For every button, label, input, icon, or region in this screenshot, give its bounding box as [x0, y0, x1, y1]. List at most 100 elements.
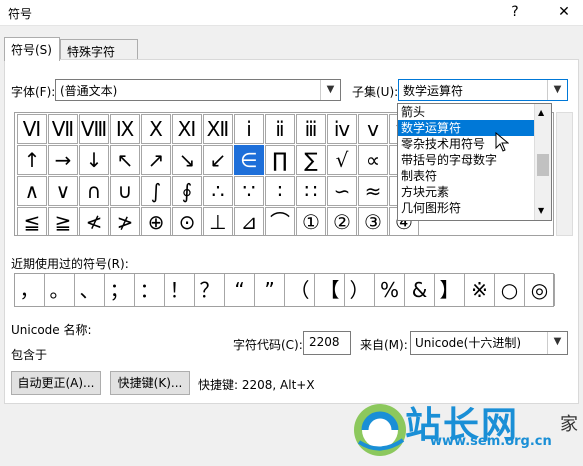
symbol-cell[interactable]: ∏ [265, 145, 295, 175]
symbol-cell[interactable]: ∷ [296, 176, 326, 206]
symbol-cell[interactable]: ⊙ [172, 207, 202, 235]
dropdown-item[interactable]: 带括号的字母数字 [398, 152, 534, 168]
symbol-cell[interactable]: ∮ [172, 176, 202, 206]
symbol-cell[interactable]: ∨ [48, 176, 78, 206]
recent-symbol-cell[interactable]: % [375, 274, 405, 306]
symbol-cell[interactable]: ≦ [17, 207, 47, 235]
symbol-cell[interactable]: Ⅶ [48, 114, 78, 144]
font-value: (普通文本) [60, 84, 118, 98]
recent-symbol-cell[interactable]: ※ [465, 274, 495, 306]
symbol-cell[interactable]: Ⅸ [110, 114, 140, 144]
subset-select[interactable]: 数学运算符 ▼ [398, 79, 568, 101]
symbol-cell[interactable]: Ⅹ [141, 114, 171, 144]
symbol-cell[interactable]: ∽ [327, 176, 357, 206]
symbol-cell[interactable]: ∩ [79, 176, 109, 206]
scroll-down-icon[interactable]: ▼ [538, 206, 544, 215]
symbol-cell[interactable]: ∝ [358, 145, 388, 175]
symbol-cell[interactable]: ≮ [79, 207, 109, 235]
recent-symbol-cell[interactable]: ， [15, 274, 45, 306]
subset-dropdown[interactable]: 箭头 数学运算符 零杂技术用符号 带括号的字母数字 制表符 方块元素 几何图形符 ▲ ▼ [397, 103, 552, 221]
recent-symbol-cell[interactable]: 】 [435, 274, 465, 306]
recent-symbol-cell[interactable]: ？ [195, 274, 225, 306]
close-button[interactable]: ✕ [553, 2, 575, 22]
symbol-cell[interactable]: ∴ [203, 176, 233, 206]
symbol-cell[interactable]: ⅴ [358, 114, 388, 144]
symbol-cell[interactable]: ∑ [296, 145, 326, 175]
symbol-cell[interactable]: ② [327, 207, 357, 235]
dropdown-item[interactable]: 几何图形符 [398, 200, 534, 216]
symbol-cell[interactable]: Ⅷ [79, 114, 109, 144]
help-button[interactable]: ? [504, 2, 526, 22]
symbol-cell[interactable]: ∪ [110, 176, 140, 206]
symbol-cell[interactable]: ≯ [110, 207, 140, 235]
dropdown-item[interactable]: 箭头 [398, 104, 534, 120]
recent-symbol-cell[interactable]: 【 [315, 274, 345, 306]
recent-symbol-cell[interactable]: 。 [45, 274, 75, 306]
scroll-thumb[interactable] [537, 154, 549, 176]
recent-symbol-cell[interactable]: ； [105, 274, 135, 306]
recent-symbol-cell[interactable]: （ [285, 274, 315, 306]
symbol-cell[interactable]: ↓ [79, 145, 109, 175]
recent-symbol-cell[interactable]: ： [135, 274, 165, 306]
symbol-cell[interactable]: ≈ [358, 176, 388, 206]
symbol-cell[interactable]: ∈ [234, 145, 264, 175]
recent-symbol-cell[interactable]: & [405, 274, 435, 306]
symbol-cell[interactable]: ⊕ [141, 207, 171, 235]
symbol-cell[interactable]: ③ [358, 207, 388, 235]
recent-symbol-cell[interactable]: “ [225, 274, 255, 306]
symbol-cell[interactable]: ⅱ [265, 114, 295, 144]
symbol-cell[interactable]: ∧ [17, 176, 47, 206]
symbol-cell[interactable]: ↗ [141, 145, 171, 175]
symbol-cell[interactable]: ↑ [17, 145, 47, 175]
symbol-cell[interactable]: Ⅺ [172, 114, 202, 144]
symbol-cell[interactable]: ⅲ [296, 114, 326, 144]
dropdown-item[interactable]: 数学运算符 [398, 120, 534, 136]
symbol-cell[interactable]: Ⅵ [17, 114, 47, 144]
shortcut-key-button[interactable]: 快捷键(K)... [110, 371, 190, 395]
symbol-cell[interactable]: ∫ [141, 176, 171, 206]
chevron-down-icon[interactable]: ▼ [547, 80, 567, 100]
recent-symbol-cell[interactable]: ○ [495, 274, 525, 306]
symbol-cell[interactable]: Ⅻ [203, 114, 233, 144]
symbol-cell[interactable]: ↖ [110, 145, 140, 175]
from-select[interactable]: Unicode(十六进制) ▼ [410, 331, 568, 355]
recent-symbol-cell[interactable]: ！ [165, 274, 195, 306]
dropdown-item[interactable]: 制表符 [398, 168, 534, 184]
mouse-cursor-icon [495, 131, 510, 156]
unicode-name-label: Unicode 名称: [11, 323, 92, 337]
symbol-cell[interactable]: ⊥ [203, 207, 233, 235]
recent-symbol-cell[interactable]: 、 [75, 274, 105, 306]
tab-special-characters[interactable]: 特殊字符(P) [60, 39, 138, 74]
symbol-cell[interactable]: → [48, 145, 78, 175]
symbol-cell[interactable]: ⅰ [234, 114, 264, 144]
symbol-cell[interactable]: ⅳ [327, 114, 357, 144]
dropdown-item[interactable]: 方块元素 [398, 184, 534, 200]
chevron-down-icon[interactable]: ▼ [547, 332, 567, 354]
from-label: 来自(M): [360, 338, 408, 352]
dropdown-scrollbar[interactable]: ▲ ▼ [534, 104, 551, 220]
symbol-cell[interactable]: ↘ [172, 145, 202, 175]
from-value: Unicode(十六进制) [415, 336, 522, 350]
title-bar [0, 0, 583, 26]
symbol-cell[interactable]: ∶ [265, 176, 295, 206]
contained-in-label: 包含于 [11, 348, 48, 362]
symbol-cell[interactable]: ① [296, 207, 326, 235]
symbol-cell[interactable]: ⌒ [265, 207, 295, 235]
char-code-input[interactable]: 2208 [303, 331, 351, 355]
grid-scrollbar[interactable] [556, 112, 573, 236]
symbol-cell[interactable]: ≧ [48, 207, 78, 235]
recent-symbol-cell[interactable]: ” [255, 274, 285, 306]
tab-symbols[interactable]: 符号(S) [4, 37, 60, 61]
symbol-cell[interactable]: √ [327, 145, 357, 175]
recent-symbol-cell[interactable]: ） [345, 274, 375, 306]
font-select[interactable]: (普通文本) ▼ [55, 79, 341, 101]
chevron-down-icon[interactable]: ▼ [320, 80, 340, 100]
symbol-cell[interactable]: ⊿ [234, 207, 264, 235]
recent-symbols[interactable]: ，。、；：！？ “” （【）% &】 ※ ○ ◎ [14, 273, 555, 307]
recent-symbol-cell[interactable]: ◎ [525, 274, 555, 306]
dropdown-item[interactable]: 零杂技术用符号 [398, 136, 534, 152]
autocorrect-button[interactable]: 自动更正(A)... [11, 371, 101, 395]
scroll-up-icon[interactable]: ▲ [538, 108, 544, 117]
symbol-cell[interactable]: ↙ [203, 145, 233, 175]
symbol-cell[interactable]: ∵ [234, 176, 264, 206]
